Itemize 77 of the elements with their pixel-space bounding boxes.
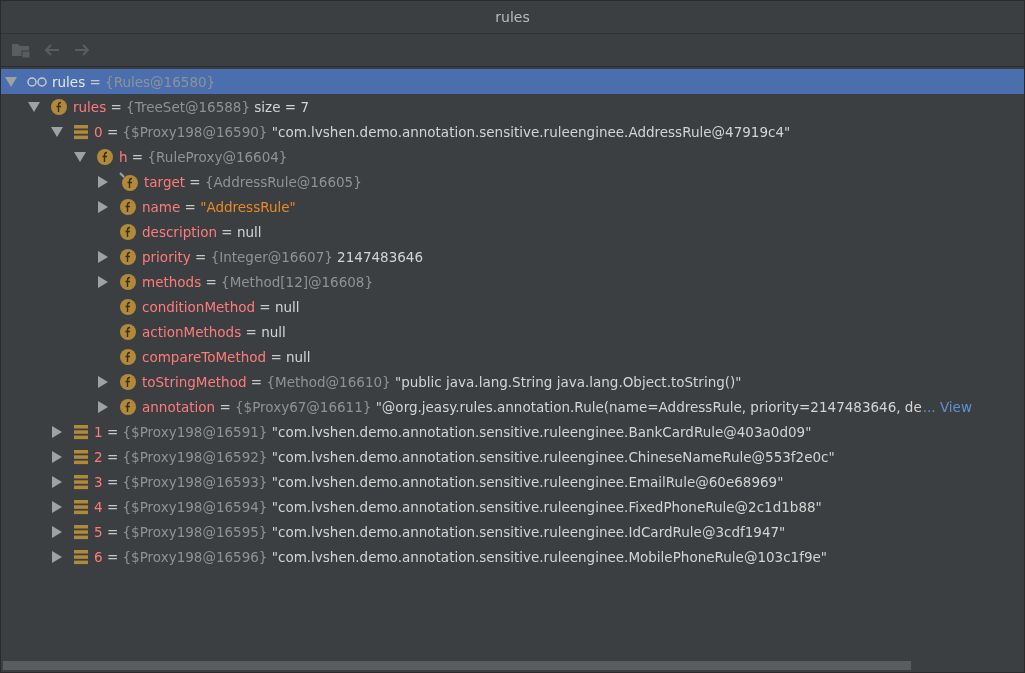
variable-text: target = {AddressRule@16605} — [144, 173, 362, 190]
variable-text: priority = {Integer@16607} 2147483646 — [142, 248, 423, 265]
marked-field-icon — [119, 171, 139, 192]
array-element-icon — [73, 448, 89, 465]
variable-text: annotation = {$Proxy67@16611} "@org.jeasy.rules.annotation.Rule(name=AddressRule, priority=2147483646, de — [142, 398, 922, 415]
expand-arrow-icon[interactable] — [51, 475, 63, 488]
field-icon — [119, 197, 137, 216]
expand-arrow-icon[interactable] — [51, 525, 63, 538]
variable-text: toStringMethod = {Method@16610} "public java.lang.String java.lang.Object.toString()" — [142, 373, 742, 390]
variable-text: 0 = {$Proxy198@16590} "com.lvshen.demo.annotation.sensitive.ruleenginee.AddressRule@47919c4" — [94, 123, 791, 140]
tree-row[interactable]: 2 = {$Proxy198@16592} "com.lvshen.demo.annotation.sensitive.ruleenginee.ChineseNameRule@553f2e0c" — [1, 444, 1024, 469]
tree-row[interactable]: priority = {Integer@16607} 2147483646 — [1, 244, 1024, 269]
tree-row[interactable]: 1 = {$Proxy198@16591} "com.lvshen.demo.annotation.sensitive.ruleenginee.BankCardRule@403a0d09" — [1, 419, 1024, 444]
glasses-icon — [27, 75, 47, 88]
array-element-icon — [73, 473, 89, 490]
variable-text: 2 = {$Proxy198@16592} "com.lvshen.demo.annotation.sensitive.ruleenginee.ChineseNameRule@553f2e0c" — [94, 448, 835, 465]
array-element-icon — [73, 498, 89, 515]
variable-text: rules = {TreeSet@16588} size = 7 — [73, 98, 309, 115]
variable-text: 1 = {$Proxy198@16591} "com.lvshen.demo.annotation.sensitive.ruleenginee.BankCardRule@403a0d09" — [94, 423, 812, 440]
variable-text: h = {RuleProxy@16604} — [119, 148, 288, 165]
expand-arrow-icon[interactable] — [97, 375, 109, 388]
array-element-icon — [73, 123, 89, 140]
tree-row[interactable]: actionMethods = null — [1, 319, 1024, 344]
expand-arrow-icon[interactable] — [51, 550, 63, 563]
variable-text: conditionMethod = null — [142, 298, 300, 315]
variable-text: compareToMethod = null — [142, 348, 311, 365]
variable-text: description = null — [142, 223, 262, 240]
tree-row[interactable]: name = "AddressRule" — [1, 194, 1024, 219]
tree-row[interactable]: rules = {Rules@16580} — [1, 69, 1024, 94]
expand-arrow-icon[interactable] — [51, 500, 63, 513]
expand-arrow-icon[interactable] — [97, 250, 109, 263]
tree-row[interactable]: 3 = {$Proxy198@16593} "com.lvshen.demo.annotation.sensitive.ruleenginee.EmailRule@60e68969" — [1, 469, 1024, 494]
array-element-icon — [73, 523, 89, 540]
array-element-icon — [73, 423, 89, 440]
variable-text: 4 = {$Proxy198@16594} "com.lvshen.demo.annotation.sensitive.ruleenginee.FixedPhoneRule@2c1d1b88" — [94, 498, 822, 515]
field-icon — [119, 297, 137, 316]
collapse-arrow-icon[interactable] — [51, 125, 63, 138]
field-icon — [119, 272, 137, 291]
window-title: rules — [495, 9, 530, 25]
expand-arrow-icon[interactable] — [51, 450, 63, 463]
variable-text: name = "AddressRule" — [142, 198, 296, 215]
tree-row[interactable]: annotation = {$Proxy67@16611} "@org.jeasy.rules.annotation.Rule(name=AddressRule, priority=2147483646, de... View — [1, 394, 1024, 419]
field-icon — [50, 97, 68, 116]
expand-arrow-icon[interactable] — [97, 400, 109, 413]
field-icon — [119, 247, 137, 266]
expand-arrow-icon[interactable] — [97, 175, 109, 188]
variable-text: 5 = {$Proxy198@16595} "com.lvshen.demo.annotation.sensitive.ruleenginee.IdCardRule@3cdf1947" — [94, 523, 786, 540]
expand-arrow-icon[interactable] — [97, 200, 109, 213]
variable-text: methods = {Method[12]@16608} — [142, 273, 374, 290]
expand-arrow-icon[interactable] — [97, 275, 109, 288]
field-icon — [119, 322, 137, 341]
tree-row[interactable]: conditionMethod = null — [1, 294, 1024, 319]
variable-text: 6 = {$Proxy198@16596} "com.lvshen.demo.annotation.sensitive.ruleenginee.MobilePhoneRule@103c1f9e" — [94, 548, 828, 565]
field-icon — [96, 147, 114, 166]
tree-row[interactable]: target = {AddressRule@16605} — [1, 169, 1024, 194]
tree-row[interactable]: compareToMethod = null — [1, 344, 1024, 369]
collapse-arrow-icon[interactable] — [28, 100, 40, 113]
variable-text: rules = {Rules@16580} — [52, 73, 216, 90]
tree-row[interactable]: 4 = {$Proxy198@16594} "com.lvshen.demo.annotation.sensitive.ruleenginee.FixedPhoneRule@2c1d1b88" — [1, 494, 1024, 519]
tree-row[interactable]: 6 = {$Proxy198@16596} "com.lvshen.demo.annotation.sensitive.ruleenginee.MobilePhoneRule@103c1f9e" — [1, 544, 1024, 569]
expand-arrow-icon[interactable] — [51, 425, 63, 438]
tree-row[interactable]: description = null — [1, 219, 1024, 244]
tree-row[interactable]: 0 = {$Proxy198@16590} "com.lvshen.demo.annotation.sensitive.ruleenginee.AddressRule@47919c4" — [1, 119, 1024, 144]
field-icon — [119, 397, 137, 416]
tree-row[interactable]: methods = {Method[12]@16608} — [1, 269, 1024, 294]
scrollbar-thumb[interactable] — [3, 660, 911, 670]
variable-text: 3 = {$Proxy198@16593} "com.lvshen.demo.annotation.sensitive.ruleenginee.EmailRule@60e68969" — [94, 473, 784, 490]
field-icon — [119, 222, 137, 241]
tree-row[interactable]: toStringMethod = {Method@16610} "public java.lang.String java.lang.Object.toString()" — [1, 369, 1024, 394]
tree-row[interactable]: h = {RuleProxy@16604} — [1, 144, 1024, 169]
variable-text: actionMethods = null — [142, 323, 286, 340]
tree-row[interactable]: 5 = {$Proxy198@16595} "com.lvshen.demo.annotation.sensitive.ruleenginee.IdCardRule@3cdf1947" — [1, 519, 1024, 544]
array-element-icon — [73, 548, 89, 565]
field-icon — [119, 347, 137, 366]
collapse-arrow-icon[interactable] — [74, 150, 86, 163]
tree-row[interactable]: rules = {TreeSet@16588} size = 7 — [1, 94, 1024, 119]
field-icon — [119, 372, 137, 391]
